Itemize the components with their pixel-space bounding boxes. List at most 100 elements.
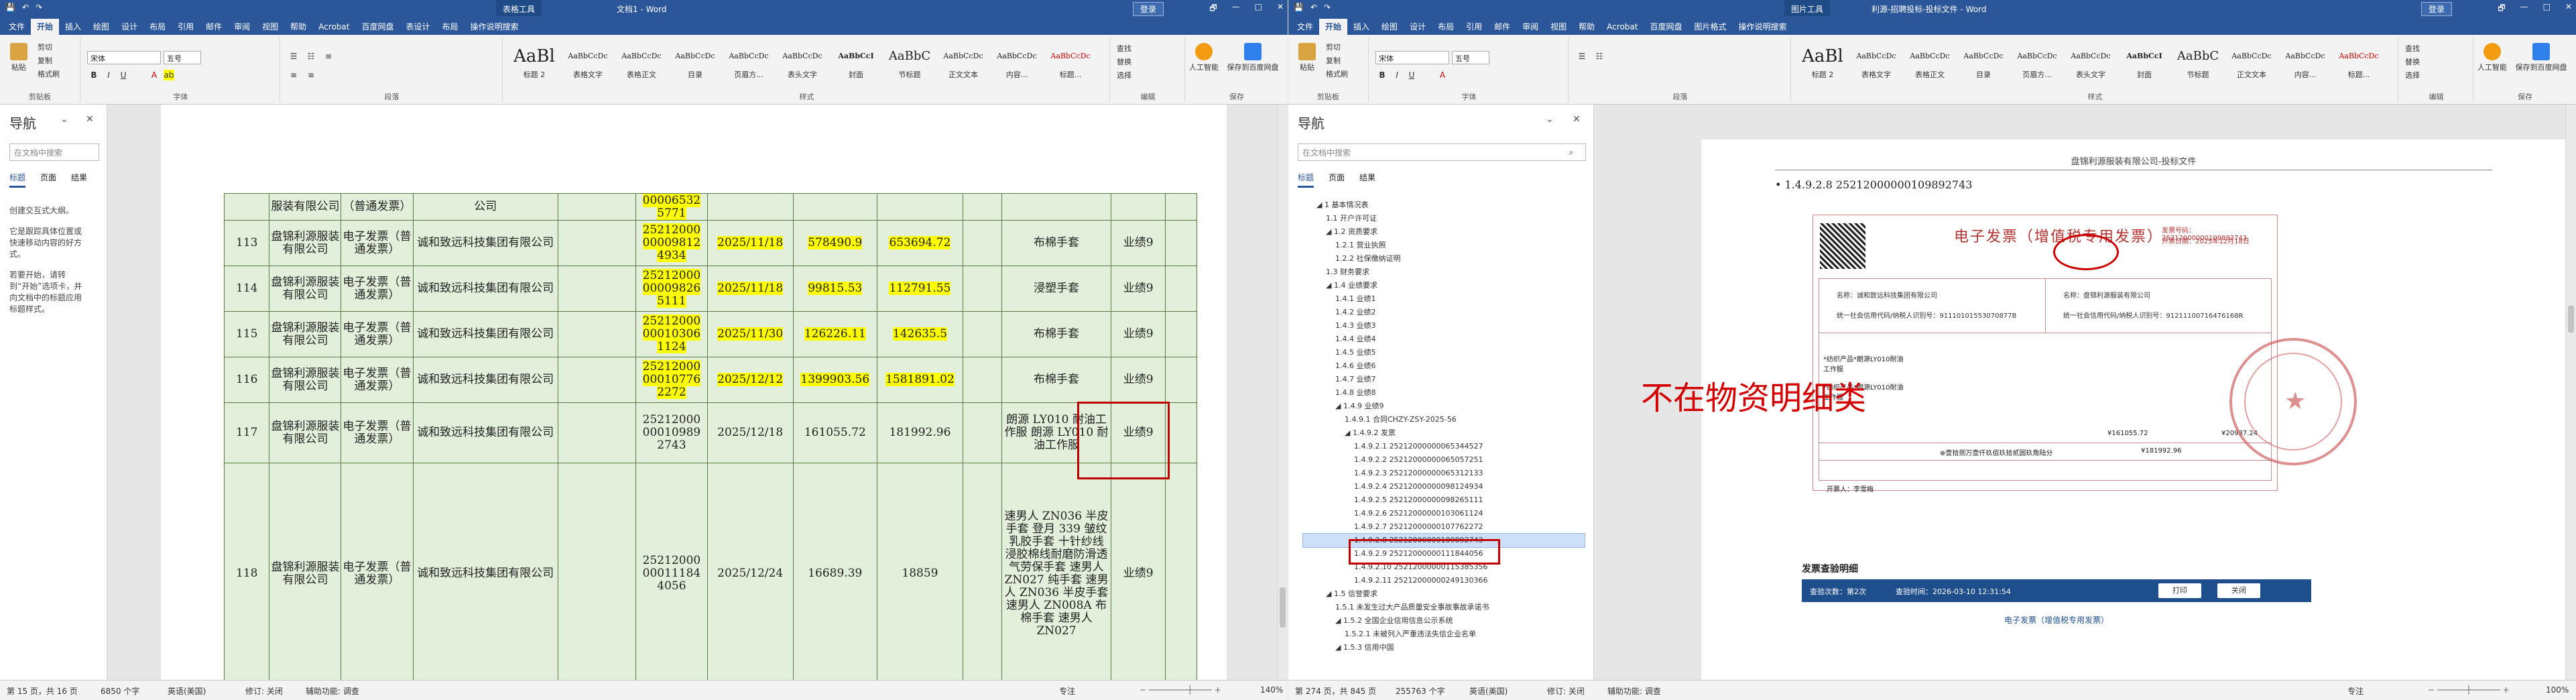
bold-icon[interactable]: B — [1377, 70, 1388, 80]
cell-empty[interactable] — [1165, 402, 1197, 463]
cell-date[interactable]: 2025/11/30 — [707, 311, 794, 357]
cell-item[interactable]: 布棉手套 — [1001, 357, 1111, 403]
copy-button[interactable]: 复制 — [1326, 55, 1341, 66]
cell-empty[interactable] — [1165, 220, 1197, 266]
track-changes[interactable]: 修订: 关闭 — [245, 685, 283, 697]
cell-item[interactable]: 速男人 ZN036 半皮手套 登月 339 皱纹乳胶手套 十针纱线浸胶棉线耐磨防… — [1001, 463, 1111, 680]
word-count[interactable]: 6850 个字 — [101, 685, 139, 697]
italic-icon[interactable]: I — [1392, 70, 1402, 80]
cell-company[interactable]: 服装有限公司 — [269, 193, 342, 221]
tab-acrobat[interactable]: Acrobat — [1601, 19, 1644, 35]
close-icon[interactable]: ✕ — [2565, 2, 2572, 16]
find-button[interactable]: 查找 — [2405, 43, 2420, 54]
tab-file[interactable]: 文件 — [1291, 19, 1319, 35]
underline-icon[interactable]: U — [118, 70, 129, 80]
cell-company[interactable]: 盘锦利源服装有限公司 — [269, 311, 342, 357]
cell-inv-no[interactable]: 25212000 00009812 4934 — [635, 220, 708, 266]
scroll-thumb[interactable] — [2568, 306, 2574, 333]
cell-inv-no[interactable]: 25212000 00010989 2743 — [635, 402, 708, 463]
ai-button[interactable]: 人工智能 — [2477, 43, 2507, 72]
cell-amount[interactable]: 161055.72 — [792, 402, 877, 463]
copy-button[interactable]: 复制 — [38, 55, 52, 66]
cell-empty[interactable] — [962, 402, 1003, 463]
nav-heading-item[interactable]: ◢ 1.2 资质要求 — [1303, 225, 1585, 239]
word-count[interactable]: 255763 个字 — [1396, 685, 1445, 697]
cell-seller[interactable]: 诚和致远科技集团有限公司 — [412, 402, 558, 463]
nav-heading-item[interactable]: 1.4.9.2.2 25212000000065057251 — [1303, 453, 1585, 467]
cell-empty[interactable] — [962, 357, 1003, 403]
cell-inv-no[interactable]: 25212000 00011184 4056 — [635, 463, 708, 680]
cell-type[interactable]: （普通发票） — [341, 193, 414, 221]
tab-headings[interactable]: 标题 — [9, 172, 26, 188]
cell-inv-no[interactable]: 25212000 00010776 2272 — [635, 357, 708, 403]
ribbon-display-icon[interactable]: 🗗 — [1209, 2, 1217, 16]
cell-company[interactable]: 盘锦利源服装有限公司 — [269, 357, 342, 403]
cell-type[interactable]: 电子发票（普通发票） — [341, 463, 414, 680]
find-button[interactable]: 查找 — [1117, 43, 1131, 54]
tab-file[interactable]: 文件 — [3, 19, 31, 35]
cell-empty[interactable] — [962, 266, 1003, 312]
cell-seller[interactable]: 诚和致远科技集团有限公司 — [412, 266, 558, 312]
select-button[interactable]: 选择 — [2405, 70, 2420, 80]
cell-remark[interactable]: 业绩9 — [1110, 311, 1166, 357]
tab-review[interactable]: 审阅 — [1516, 19, 1544, 35]
save-icon[interactable]: 💾 — [5, 3, 15, 12]
style-item[interactable]: AaBbCcDc 表头文字 — [2065, 43, 2117, 86]
nav-search-input[interactable]: 在文档中搜索 — [9, 143, 99, 161]
cell-company[interactable]: 盘锦利源服装有限公司 — [269, 266, 342, 312]
zoom-slider[interactable]: − ──────┼────── + — [2428, 685, 2510, 695]
ribbon-display-icon[interactable]: 🗗 — [2498, 2, 2505, 16]
style-item[interactable]: AaBbCcI 封面 — [830, 43, 882, 86]
numbering-icon[interactable]: ☷ — [306, 51, 316, 62]
tab-pages[interactable]: 页面 — [40, 172, 56, 188]
page-count[interactable]: 第 274 页，共 845 页 — [1295, 685, 1376, 697]
cell-empty[interactable] — [1165, 266, 1197, 312]
bullets-icon[interactable]: ☰ — [288, 51, 299, 62]
tab-references[interactable]: 引用 — [172, 19, 200, 35]
cell-seller[interactable]: 公司 — [412, 193, 558, 221]
zoom-level[interactable]: 140% — [1260, 685, 1283, 695]
redo-icon[interactable]: ↷ — [1324, 3, 1331, 12]
cell-empty[interactable] — [1165, 357, 1197, 403]
nav-heading-item[interactable]: 1.3 财务要求 — [1303, 266, 1585, 279]
cell-empty[interactable] — [962, 463, 1003, 680]
nav-heading-item[interactable]: 1.4.9.2.11 25212000000249130366 — [1303, 574, 1585, 587]
cell-item[interactable]: 布棉手套 — [1001, 311, 1111, 357]
highlight-icon[interactable]: ab — [164, 70, 174, 80]
cell-seller[interactable]: 诚和致远科技集团有限公司 — [412, 311, 558, 357]
left-scrollbar[interactable] — [1277, 105, 1288, 680]
cell-inv-no[interactable]: 00006532 5771 — [635, 193, 708, 221]
cell-seller[interactable]: 诚和致远科技集团有限公司 — [412, 463, 558, 680]
cell-total[interactable]: 18859 — [876, 463, 963, 680]
cell-date[interactable]: 2025/12/24 — [707, 463, 794, 680]
login-button[interactable]: 登录 — [1133, 2, 1164, 16]
redo-icon[interactable]: ↷ — [36, 3, 42, 12]
format-painter-button[interactable]: 格式刷 — [1326, 68, 1348, 79]
cell-remark[interactable]: 业绩9 — [1110, 220, 1166, 266]
zoom-slider[interactable]: − ────────┼──── + — [1140, 685, 1221, 695]
nav-heading-item[interactable]: 1.4.9.2.5 25212000000098265111 — [1303, 493, 1585, 507]
style-item[interactable]: AaBbCcDc 表格正文 — [615, 43, 668, 86]
accessibility[interactable]: 辅助功能: 调查 — [1607, 685, 1661, 697]
style-item[interactable]: AaBbCcDc 页眉方... — [2011, 43, 2063, 86]
chevron-down-icon[interactable]: ⌄ — [1546, 114, 1554, 125]
style-item[interactable]: AaBbCcDc 内容... — [2279, 43, 2331, 86]
nav-heading-item[interactable]: ◢ 1.5 信誉要求 — [1303, 587, 1585, 601]
zoom-level[interactable]: 100% — [2546, 685, 2569, 695]
tab-design[interactable]: 设计 — [1404, 19, 1432, 35]
cell-type[interactable]: 电子发票（普通发票） — [341, 266, 414, 312]
cell-empty[interactable] — [1165, 463, 1197, 680]
nav-heading-item[interactable]: ◢ 1.5.3 信用中国 — [1303, 641, 1585, 654]
nav-heading-item[interactable]: 1.4.8 业绩8 — [1303, 386, 1585, 400]
tab-headings[interactable]: 标题 — [1298, 172, 1314, 188]
save-baidu-button[interactable]: 保存到百度网盘 — [1224, 43, 1282, 72]
tab-layout[interactable]: 布局 — [143, 19, 172, 35]
language[interactable]: 英语(美国) — [168, 685, 206, 697]
tab-table-design[interactable]: 表设计 — [400, 19, 436, 35]
cell-total[interactable] — [876, 193, 963, 221]
nav-heading-item[interactable]: 1.4.9.2.7 25212000000107762272 — [1303, 520, 1585, 534]
cell-date[interactable]: 2025/11/18 — [707, 220, 794, 266]
nav-heading-item[interactable]: 1.5.1 未发生过大产品质量安全事故事故承诺书 — [1303, 601, 1585, 614]
style-item[interactable]: AaBbC 节标题 — [2172, 43, 2224, 86]
tab-results[interactable]: 结果 — [1359, 172, 1375, 188]
